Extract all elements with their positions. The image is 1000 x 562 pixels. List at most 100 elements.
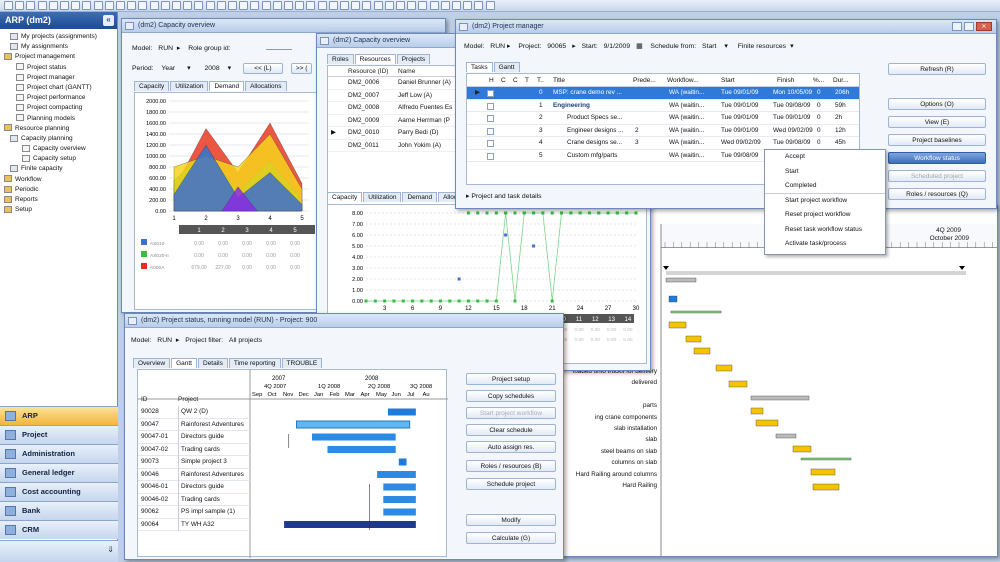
nav-tree-item[interactable]: Workflow xyxy=(4,175,117,185)
task-gantt-bar[interactable] xyxy=(668,321,687,329)
toolbar-button-icon[interactable] xyxy=(127,1,137,10)
column-header[interactable]: Title xyxy=(553,77,565,84)
next-period-button[interactable]: >> ( xyxy=(290,63,313,74)
task-gantt-bar[interactable] xyxy=(693,347,711,355)
column-header-resource-id[interactable]: Resource (ID) xyxy=(348,68,388,75)
nav-tree-item[interactable]: Project manager xyxy=(4,73,117,83)
menu-item-start[interactable]: Start xyxy=(765,165,885,180)
collapse-icon[interactable]: « xyxy=(103,15,114,26)
copy-schedules-button[interactable]: Copy schedules xyxy=(466,390,556,402)
task-gantt-bar[interactable] xyxy=(812,483,840,491)
modify-button[interactable]: Modify xyxy=(466,514,556,526)
model-value[interactable]: RUN xyxy=(490,43,505,50)
toolbar-button-icon[interactable] xyxy=(26,1,36,10)
tab-resources[interactable]: Resources xyxy=(354,54,396,64)
toolbar-button-icon[interactable] xyxy=(418,1,428,10)
tab-details[interactable]: Details xyxy=(198,358,228,368)
model-value[interactable]: RUN xyxy=(158,45,173,52)
resource-row[interactable]: DM2_0006 Daniel Brunner (A) xyxy=(328,77,466,90)
menu-item-start-project-workflow[interactable]: Start project workflow xyxy=(765,194,885,209)
lookup-icon[interactable]: ▸ xyxy=(176,337,179,344)
project-row[interactable]: 90028 QW 2 (D) xyxy=(138,406,250,419)
role-group-field[interactable] xyxy=(266,41,293,50)
minimize-icon[interactable] xyxy=(952,22,962,31)
toolbar-button-icon[interactable] xyxy=(216,1,226,10)
module-crm[interactable]: CRM xyxy=(0,520,118,539)
view-button[interactable]: View (E) xyxy=(888,116,986,128)
module-project[interactable]: Project xyxy=(0,425,118,444)
project-gantt-bar[interactable] xyxy=(312,433,396,441)
resource-row[interactable]: DM2_0007 Jeff Low (A) xyxy=(328,90,466,102)
year-select[interactable]: 2008 xyxy=(204,65,219,72)
dropdown-icon[interactable]: ▾ xyxy=(790,43,793,50)
toolbar-button-icon[interactable] xyxy=(116,1,125,10)
toolbar-button-icon[interactable] xyxy=(172,1,181,10)
checkbox[interactable] xyxy=(487,127,494,135)
project-gantt-bar[interactable] xyxy=(387,408,416,416)
menu-item-completed[interactable]: Completed xyxy=(765,179,885,194)
nav-tree-item[interactable]: Project chart (GANTT) xyxy=(4,83,117,93)
toolbar-button-icon[interactable] xyxy=(205,1,215,10)
nav-tree-item[interactable]: Periodic xyxy=(4,185,117,195)
toolbar-button-icon[interactable] xyxy=(485,1,495,10)
refresh-button[interactable]: Refresh (R) xyxy=(888,63,986,75)
column-header[interactable]: H xyxy=(489,77,494,84)
toolbar-button-icon[interactable] xyxy=(149,1,159,10)
module-administration[interactable]: Administration xyxy=(0,444,118,463)
tab-trouble[interactable]: TROUBLE xyxy=(281,358,323,368)
toolbar-button-icon[interactable] xyxy=(250,1,260,10)
column-header[interactable]: C xyxy=(513,77,518,84)
roles-resources-b--button[interactable]: Roles / resources (B) xyxy=(466,460,556,472)
column-header[interactable]: C xyxy=(501,77,506,84)
toolbar-button-icon[interactable] xyxy=(295,1,305,10)
toolbar-button-icon[interactable] xyxy=(138,1,148,10)
toolbar-button-icon[interactable] xyxy=(440,1,450,10)
toolbar-button-icon[interactable] xyxy=(340,1,349,10)
toolbar-button-icon[interactable] xyxy=(306,1,316,10)
task-gantt-bar[interactable] xyxy=(775,433,797,439)
module-cost-accounting[interactable]: Cost accounting xyxy=(0,482,118,501)
column-header[interactable]: Start xyxy=(721,77,735,84)
lookup-icon[interactable]: ▸ xyxy=(177,45,180,52)
toolbar-button-icon[interactable] xyxy=(373,1,383,10)
project-row[interactable]: 90064 TY WH A32 xyxy=(138,518,250,531)
task-gantt-bar[interactable] xyxy=(685,335,702,343)
toolbar-button-icon[interactable] xyxy=(272,1,282,10)
tab-overview[interactable]: Overview xyxy=(133,358,171,368)
toolbar-button-icon[interactable] xyxy=(160,1,170,10)
calendar-icon[interactable]: ▦ xyxy=(636,43,642,50)
column-header[interactable]: %... xyxy=(813,77,824,84)
project-row[interactable]: 90047-01 Directors guide xyxy=(138,431,250,444)
close-icon[interactable]: ✕ xyxy=(976,22,992,31)
task-row[interactable]: 1 Engineering WA (waitin... Tue 09/01/09 Tue… xyxy=(467,100,859,112)
task-gantt-bar[interactable] xyxy=(750,407,764,415)
task-gantt-bar[interactable] xyxy=(755,419,779,427)
task-gantt-bar[interactable] xyxy=(670,310,722,314)
schedule-from-select[interactable]: Start xyxy=(702,43,716,50)
lookup-icon[interactable]: ▸ xyxy=(507,43,510,50)
nav-tree-item[interactable]: Capacity planning xyxy=(4,134,117,144)
tab-utilization[interactable]: Utilization xyxy=(363,192,402,202)
resource-row[interactable]: DM2_0011 John Yokim (A) xyxy=(328,140,466,152)
project-row[interactable]: 90047 Rainforest Adventures xyxy=(138,418,250,431)
task-gantt-bar[interactable] xyxy=(715,364,733,372)
toolbar-button-icon[interactable] xyxy=(48,1,58,10)
tab-demand[interactable]: Demand xyxy=(209,81,245,91)
project-gantt-bar[interactable] xyxy=(377,471,416,478)
toolbar-button-icon[interactable] xyxy=(474,1,484,10)
task-row[interactable]: 2 Product Specs se... WA (waitin... Tue 09/… xyxy=(467,112,859,125)
checkbox[interactable] xyxy=(487,90,494,97)
nav-tree-item[interactable]: Planning models xyxy=(4,114,117,124)
project-row[interactable]: 90073 Simple project 3 xyxy=(138,456,250,469)
project-gantt-bar[interactable] xyxy=(327,446,396,453)
column-header-id[interactable]: ID xyxy=(141,396,148,403)
nav-tree-item[interactable]: My assignments xyxy=(4,42,117,52)
task-row[interactable]: ▶ 0 MSP: crane demo rev ... WA (waitin... Tu… xyxy=(467,87,859,100)
task-row[interactable]: 3 Engineer designs ... 2 WA (waitin... Tue 0… xyxy=(467,125,859,137)
column-header[interactable]: T.. xyxy=(537,77,544,84)
tab-projects[interactable]: Projects xyxy=(396,54,431,64)
nav-tree-item[interactable]: Capacity setup xyxy=(4,154,117,164)
resource-row[interactable]: DM2_0008 Alfredo Fuentes Es xyxy=(328,102,466,115)
dropdown-icon[interactable]: ▾ xyxy=(724,43,727,50)
project-gantt-bar[interactable] xyxy=(383,496,416,503)
